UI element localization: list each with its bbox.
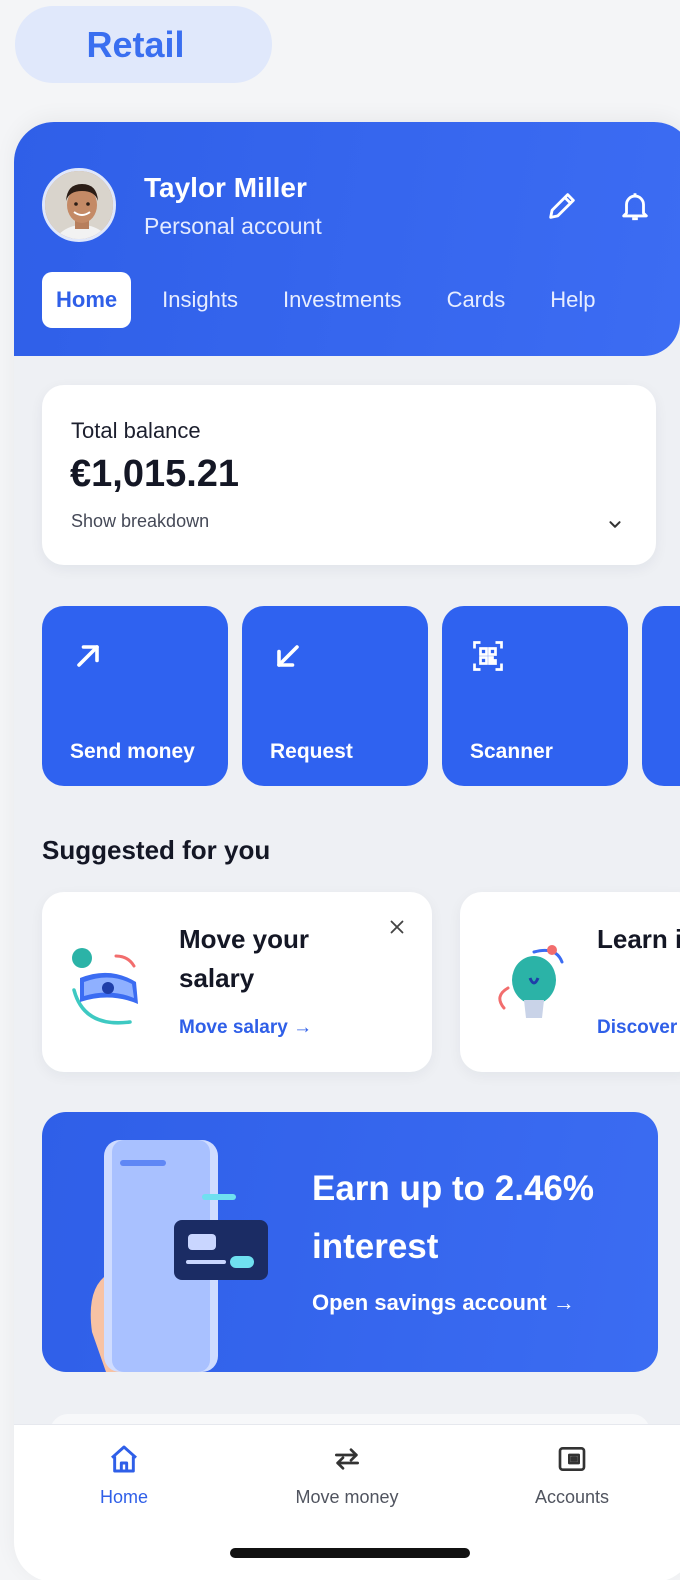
tab-help[interactable]: Help xyxy=(536,272,609,328)
phone-screen: Taylor Miller Personal account Home Insi… xyxy=(14,122,680,1580)
send-money-button[interactable]: Send money xyxy=(42,606,228,786)
tab-cards[interactable]: Cards xyxy=(433,272,520,328)
balance-label: Total balance xyxy=(71,418,201,443)
tab-label: Cards xyxy=(446,287,506,312)
move-salary-link[interactable]: Move salary → xyxy=(179,1017,312,1039)
pencil-icon[interactable] xyxy=(542,186,582,226)
action-label: Send money xyxy=(70,740,195,763)
more-action-button[interactable] xyxy=(642,606,680,786)
nav-home[interactable]: Home xyxy=(34,1439,214,1508)
avatar[interactable] xyxy=(42,168,116,242)
lightbulb-illustration-icon xyxy=(490,938,580,1039)
tab-insights[interactable]: Insights xyxy=(148,272,252,328)
transfer-arrows-icon xyxy=(327,1439,367,1479)
home-indicator xyxy=(230,1548,470,1558)
suggestion-title: Learn insight xyxy=(597,924,680,954)
tab-label: Help xyxy=(550,287,596,312)
savings-promo-banner[interactable]: Earn up to 2.46% interest Open savings a… xyxy=(42,1112,658,1372)
request-button[interactable]: Request xyxy=(242,606,428,786)
quick-actions: Send money Request Scanner xyxy=(42,606,680,786)
nav-move-money[interactable]: Move money xyxy=(257,1439,437,1508)
segment-tab-retail[interactable]: Retail xyxy=(15,6,272,83)
qr-scanner-icon xyxy=(470,638,506,674)
nav-accounts[interactable]: Accounts xyxy=(482,1439,662,1508)
tab-label: Home xyxy=(56,287,118,312)
suggestion-title: Move your salary xyxy=(179,924,310,993)
move-salary-card[interactable]: Move your salary Move salary → xyxy=(42,892,432,1072)
wallet-icon xyxy=(552,1439,592,1479)
tab-label: Insights xyxy=(162,287,238,312)
phone-card-illustration-icon xyxy=(82,1132,272,1372)
app-header: Taylor Miller Personal account Home Insi… xyxy=(14,122,680,356)
arrow-down-left-icon xyxy=(270,638,306,674)
balance-amount: €1,015.21 xyxy=(70,453,240,495)
action-label: Scanner xyxy=(470,740,553,763)
tab-home[interactable]: Home xyxy=(42,272,132,328)
user-name: Taylor Miller xyxy=(144,172,307,203)
show-breakdown-link[interactable]: Show breakdown xyxy=(71,511,209,532)
bell-icon[interactable] xyxy=(615,186,655,226)
promo-title: Earn up to 2.46% interest xyxy=(312,1169,595,1266)
nav-label: Home xyxy=(99,1487,148,1507)
action-label: Request xyxy=(270,740,353,763)
tab-label: Investments xyxy=(282,287,402,312)
nav-label: Accounts xyxy=(534,1487,610,1507)
account-type: Personal account xyxy=(144,213,322,239)
chevron-down-icon[interactable] xyxy=(604,513,626,540)
scanner-button[interactable]: Scanner xyxy=(442,606,628,786)
main-tabs: Home Insights Investments Cards Help xyxy=(42,272,627,328)
nav-label: Move money xyxy=(295,1487,399,1507)
salary-illustration-icon xyxy=(64,938,160,1039)
open-savings-link[interactable]: Open savings account → xyxy=(312,1290,575,1316)
discover-link[interactable]: Discover xyxy=(597,1017,677,1039)
close-icon[interactable] xyxy=(386,916,408,943)
segment-label: Retail xyxy=(86,23,185,65)
suggested-title: Suggested for you xyxy=(42,835,271,865)
arrow-up-right-icon xyxy=(70,638,106,674)
home-icon xyxy=(104,1439,144,1479)
learn-insight-card[interactable]: Learn insight Discover xyxy=(460,892,680,1072)
balance-card[interactable]: Total balance €1,015.21 Show breakdown xyxy=(42,385,656,565)
tab-investments[interactable]: Investments xyxy=(269,272,416,328)
